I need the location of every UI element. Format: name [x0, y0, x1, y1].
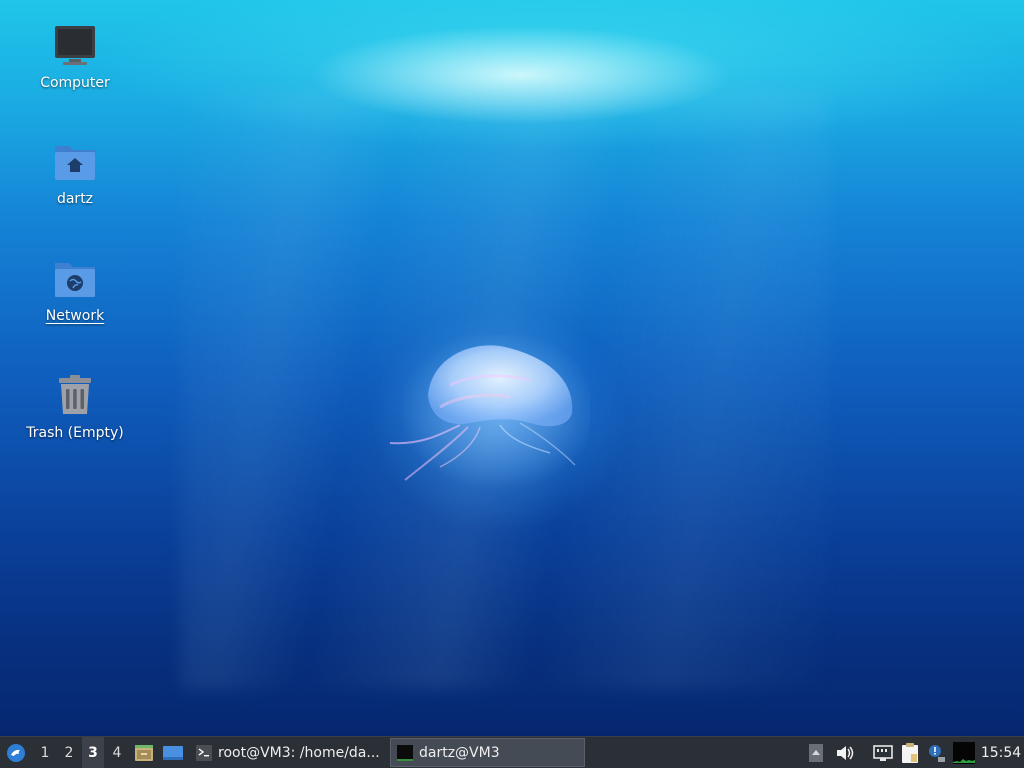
desktop-icon-label: Computer [40, 75, 110, 91]
file-manager-launcher[interactable] [132, 737, 156, 768]
task-label: dartz@VM3 [419, 744, 500, 761]
clipboard-button[interactable] [898, 737, 922, 768]
whisker-menu-icon [7, 743, 25, 762]
workspace-2-button[interactable]: 2 [58, 737, 80, 768]
workspace-label: 2 [64, 744, 74, 761]
application-menu-button[interactable] [2, 737, 30, 768]
show-desktop-button[interactable] [160, 737, 186, 768]
clipboard-icon [902, 742, 918, 763]
workspace-label: 4 [112, 744, 122, 761]
workspace-4-button[interactable]: 4 [106, 737, 128, 768]
home-folder-icon [55, 146, 95, 180]
network-folder-icon [55, 263, 95, 297]
desktop-icon-label: Network [45, 308, 105, 324]
trash-icon [59, 375, 91, 414]
terminal-icon [196, 744, 212, 761]
notification-button[interactable] [924, 737, 948, 768]
system-monitor-icon [953, 741, 975, 764]
desktop-icon-trash[interactable]: Trash (Empty) [15, 372, 135, 442]
desktop-icon-home[interactable]: dartz [15, 138, 135, 208]
volume-icon [837, 745, 854, 760]
desktop-icon-label: Trash (Empty) [26, 425, 124, 441]
desktop-background[interactable]: Computer dartz Network Trash (Empty) [0, 0, 1024, 736]
notification-icon [929, 744, 945, 762]
jellyfish-wallpaper-image [389, 335, 590, 490]
clock-label: 15:54 [980, 744, 1022, 761]
taskbar-window-root-terminal[interactable]: root@VM3: /home/da... [190, 737, 398, 768]
task-label: root@VM3: /home/da... [218, 744, 380, 761]
taskbar-window-dartz-terminal[interactable]: dartz@VM3 [390, 738, 585, 767]
taskbar: 1 2 3 4 root@VM3: /home/da... dartz@VM3 [0, 736, 1024, 768]
desktop-icon-label: dartz [56, 191, 94, 207]
show-desktop-icon [163, 745, 183, 760]
desktop-icon-computer[interactable]: Computer [15, 22, 135, 92]
system-monitor-button[interactable] [952, 737, 976, 768]
desktop-icon-network[interactable]: Network [15, 255, 135, 325]
computer-icon [55, 26, 95, 65]
scroll-up-icon [809, 743, 823, 762]
tray-scroll-button[interactable] [806, 737, 826, 768]
workspace-1-button[interactable]: 1 [34, 737, 56, 768]
network-button[interactable] [870, 737, 896, 768]
workspace-3-button[interactable]: 3 [82, 737, 104, 768]
network-icon [873, 744, 893, 761]
file-manager-icon [135, 744, 153, 761]
workspace-label: 3 [88, 744, 98, 761]
volume-button[interactable] [832, 737, 858, 768]
workspace-label: 1 [40, 744, 50, 761]
terminal-icon [397, 744, 413, 761]
clock[interactable]: 15:54 [978, 737, 1024, 768]
